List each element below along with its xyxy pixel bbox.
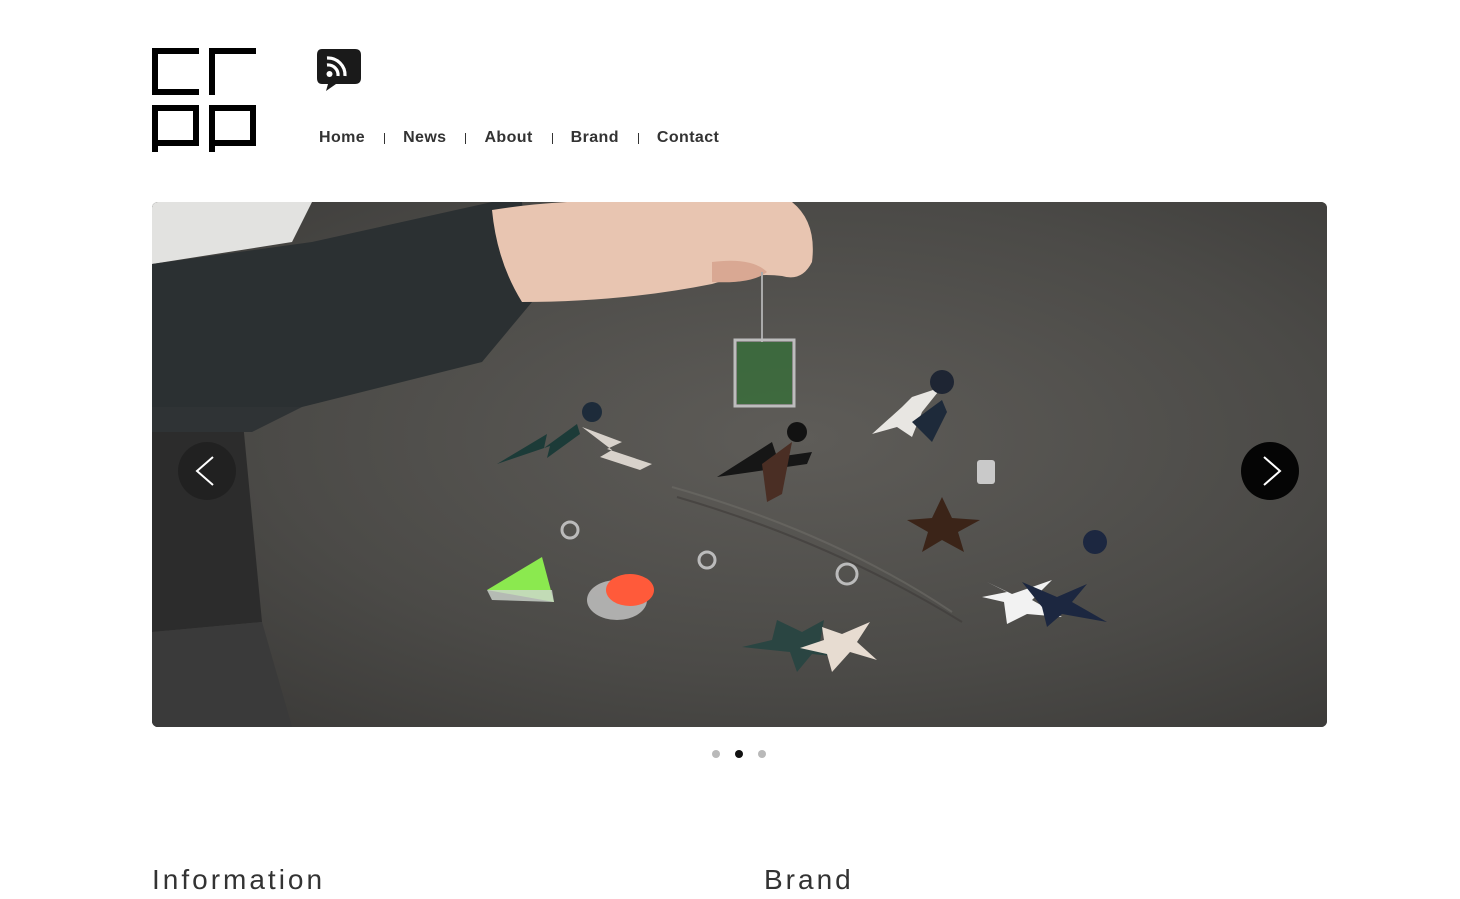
information-heading: Information <box>152 864 326 895</box>
slide-image <box>152 202 1327 727</box>
rss-icon[interactable] <box>316 48 362 92</box>
nav-about-link[interactable]: About <box>484 129 532 147</box>
slider-next-button[interactable] <box>1241 442 1299 500</box>
nav-news-link[interactable]: News <box>403 129 446 147</box>
nav-home-link[interactable]: Home <box>319 129 365 147</box>
nav-separator <box>384 132 386 144</box>
slider-dot-1[interactable] <box>712 750 720 758</box>
brand-heading: Brand <box>764 864 854 895</box>
main-nav: Home News About Brand Contact <box>319 129 719 147</box>
nav-separator <box>637 132 639 144</box>
nav-separator <box>551 132 553 144</box>
nav-contact-link[interactable]: Contact <box>657 129 719 147</box>
chevron-left-icon <box>195 456 214 486</box>
slider-dot-2[interactable] <box>735 750 743 758</box>
nav-brand-link[interactable]: Brand <box>571 129 619 147</box>
slider-dot-3[interactable] <box>758 750 766 758</box>
slider-prev-button[interactable] <box>178 442 236 500</box>
hero-slider <box>152 202 1327 727</box>
crop-logo[interactable] <box>152 48 256 152</box>
chevron-right-icon <box>1263 456 1282 486</box>
slider-pagination <box>712 750 766 758</box>
nav-separator <box>465 132 467 144</box>
